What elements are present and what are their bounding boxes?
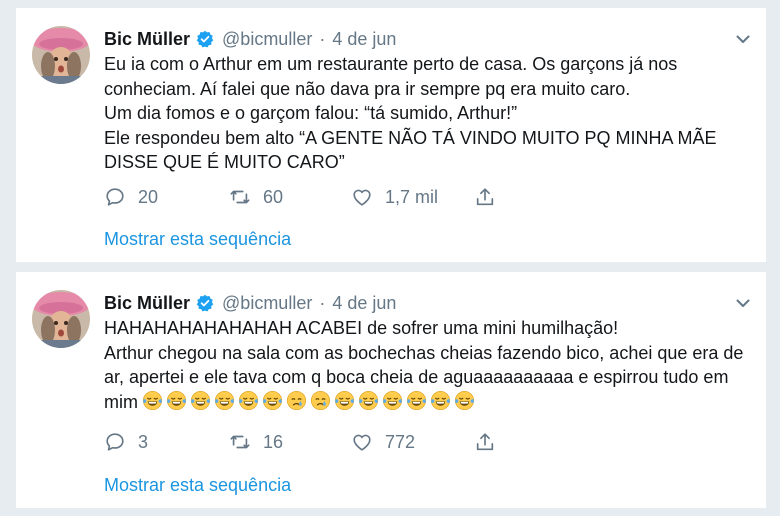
tears-of-joy-emoji-icon xyxy=(214,390,235,410)
chevron-down-icon[interactable] xyxy=(734,294,752,312)
like-count: 772 xyxy=(385,431,416,452)
tears-of-joy-emoji-icon xyxy=(190,390,211,410)
like-button[interactable]: 772 xyxy=(351,431,474,453)
verified-badge-icon xyxy=(196,30,214,48)
tweet-card[interactable]: Bic Müller @bicmuller · 4 de jun Eu ia c… xyxy=(16,8,766,262)
reply-button[interactable]: 3 xyxy=(104,431,229,453)
tears-of-joy-emoji-icon xyxy=(358,390,379,410)
author-handle[interactable]: @bicmuller xyxy=(222,293,312,314)
author-name[interactable]: Bic Müller xyxy=(104,29,190,50)
tweet-line: Um dia fomos e o garçom falou: “tá sumid… xyxy=(104,103,518,123)
author-name[interactable]: Bic Müller xyxy=(104,293,190,314)
tweet-header: Bic Müller @bicmuller · 4 de jun xyxy=(104,292,396,314)
tweet-date[interactable]: 4 de jun xyxy=(332,29,396,50)
tears-of-joy-emoji-icon xyxy=(334,390,355,410)
share-button[interactable] xyxy=(474,431,504,453)
tweet-card[interactable]: Bic Müller @bicmuller · 4 de jun HAHAHAH… xyxy=(16,272,766,508)
share-icon xyxy=(476,433,494,451)
tweet-line: Eu ia com o Arthur em um restaurante per… xyxy=(104,54,678,99)
reply-count: 3 xyxy=(138,431,149,452)
tears-of-joy-emoji-icon xyxy=(166,390,187,410)
author-handle[interactable]: @bicmuller xyxy=(222,29,312,50)
crying-face-emoji-icon xyxy=(286,390,307,410)
reply-icon xyxy=(106,188,124,206)
tears-of-joy-emoji-icon xyxy=(406,390,427,410)
reply-button[interactable]: 20 xyxy=(104,186,229,208)
user-avatar[interactable] xyxy=(32,26,90,84)
user-avatar[interactable] xyxy=(32,290,90,348)
tears-of-joy-emoji-icon xyxy=(430,390,451,410)
tweet-line-with-emoji: Arthur chegou na sala com as bochechas c… xyxy=(104,341,752,415)
emoji-row xyxy=(142,390,475,411)
retweet-count: 60 xyxy=(263,186,284,207)
reply-count: 20 xyxy=(138,186,159,207)
avatar-photo xyxy=(32,290,90,348)
reply-icon xyxy=(106,433,124,451)
share-button[interactable] xyxy=(474,186,504,208)
retweet-icon xyxy=(230,190,250,204)
tears-of-joy-emoji-icon xyxy=(262,390,283,410)
retweet-button[interactable]: 16 xyxy=(229,431,351,453)
tears-of-joy-emoji-icon xyxy=(382,390,403,410)
chevron-down-icon[interactable] xyxy=(734,30,752,48)
retweet-button[interactable]: 60 xyxy=(229,186,351,208)
tweet-text: Eu ia com o Arthur em um restaurante per… xyxy=(104,52,752,175)
heart-icon xyxy=(353,434,371,451)
tweet-line: Ele respondeu bem alto “A GENTE NÃO TÁ V… xyxy=(104,127,717,173)
tweet-header: Bic Müller @bicmuller · 4 de jun xyxy=(104,28,396,50)
retweet-count: 16 xyxy=(263,431,284,452)
verified-badge-icon xyxy=(196,294,214,312)
separator-dot: · xyxy=(319,292,326,313)
avatar-photo xyxy=(32,26,90,84)
like-count: 1,7 mil xyxy=(385,186,439,207)
tears-of-joy-emoji-icon xyxy=(238,390,259,410)
heart-icon xyxy=(353,189,371,206)
tweet-actions: 3 16 772 xyxy=(104,430,504,454)
show-thread-link[interactable]: Mostrar esta sequência xyxy=(104,475,291,496)
tweet-text: HAHAHAHAHAHAHAH ACABEI de sofrer uma min… xyxy=(104,316,752,414)
share-icon xyxy=(476,188,494,206)
tears-of-joy-emoji-icon xyxy=(142,390,163,410)
retweet-icon xyxy=(230,435,250,449)
show-thread-link[interactable]: Mostrar esta sequência xyxy=(104,229,291,250)
crying-face-emoji-icon xyxy=(310,390,331,410)
separator-dot: · xyxy=(319,28,326,49)
like-button[interactable]: 1,7 mil xyxy=(351,186,474,208)
tweet-actions: 20 60 1,7 mil xyxy=(104,185,504,209)
tweet-date[interactable]: 4 de jun xyxy=(332,293,396,314)
tweet-line: HAHAHAHAHAHAHAH ACABEI de sofrer uma min… xyxy=(104,318,619,338)
tears-of-joy-emoji-icon xyxy=(454,390,475,410)
